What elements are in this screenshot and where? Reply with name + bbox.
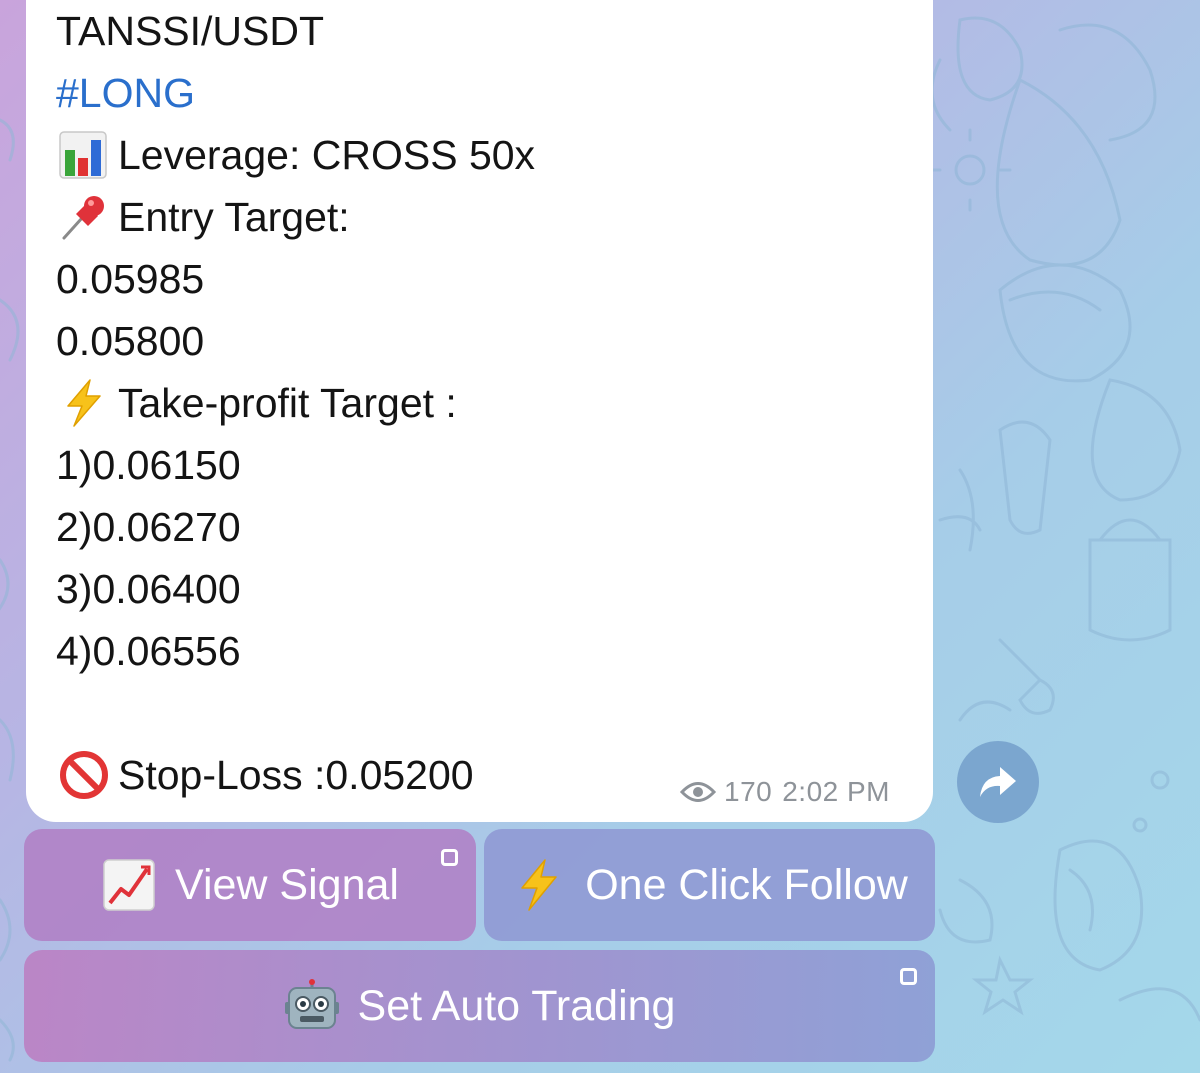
no-entry-icon: [58, 750, 110, 800]
share-button[interactable]: [957, 741, 1039, 823]
external-link-icon: [900, 968, 917, 985]
tp-value-1: 1)0.06150: [56, 441, 241, 488]
bar-chart-icon: [58, 130, 110, 180]
robot-icon: [284, 978, 340, 1034]
tp-value-2: 2)0.06270: [56, 503, 241, 550]
view-signal-label: View Signal: [175, 860, 399, 909]
eye-icon: [680, 782, 716, 802]
hashtag-link[interactable]: #LONG: [56, 68, 195, 118]
entry-label-line: Entry Target:: [56, 192, 350, 242]
leverage-text: Leverage: CROSS 50x: [118, 131, 536, 178]
pair-line: TANSSI/USDT: [56, 7, 325, 54]
stop-loss-text: Stop-Loss :0.05200: [118, 751, 474, 798]
external-link-icon: [441, 849, 458, 866]
share-arrow-icon: [980, 767, 1016, 797]
entry-value-1: 0.05985: [56, 255, 205, 302]
set-auto-trading-label: Set Auto Trading: [357, 981, 676, 1030]
lightning-icon: [58, 378, 110, 428]
message-meta: 170 2:02 PM: [680, 770, 890, 814]
tp-value-3: 3)0.06400: [56, 565, 241, 612]
message-time: 2:02 PM: [782, 776, 890, 807]
tp-label-text: Take-profit Target :: [118, 379, 457, 426]
view-signal-button[interactable]: View Signal: [24, 829, 476, 941]
one-click-follow-label: One Click Follow: [585, 860, 908, 909]
tp-label-line: Take-profit Target :: [56, 378, 457, 428]
stop-loss-line: Stop-Loss :0.05200: [56, 750, 474, 800]
chart-increasing-icon: [101, 857, 157, 913]
entry-label-text: Entry Target:: [118, 193, 350, 240]
leverage-line: Leverage: CROSS 50x: [56, 130, 535, 180]
lightning-icon: [511, 857, 567, 913]
pushpin-icon: [58, 192, 110, 242]
view-count: 170: [724, 776, 773, 807]
tp-value-4: 4)0.06556: [56, 627, 241, 674]
set-auto-trading-button[interactable]: Set Auto Trading: [24, 950, 935, 1062]
one-click-follow-button[interactable]: One Click Follow: [484, 829, 935, 941]
entry-value-2: 0.05800: [56, 317, 205, 364]
